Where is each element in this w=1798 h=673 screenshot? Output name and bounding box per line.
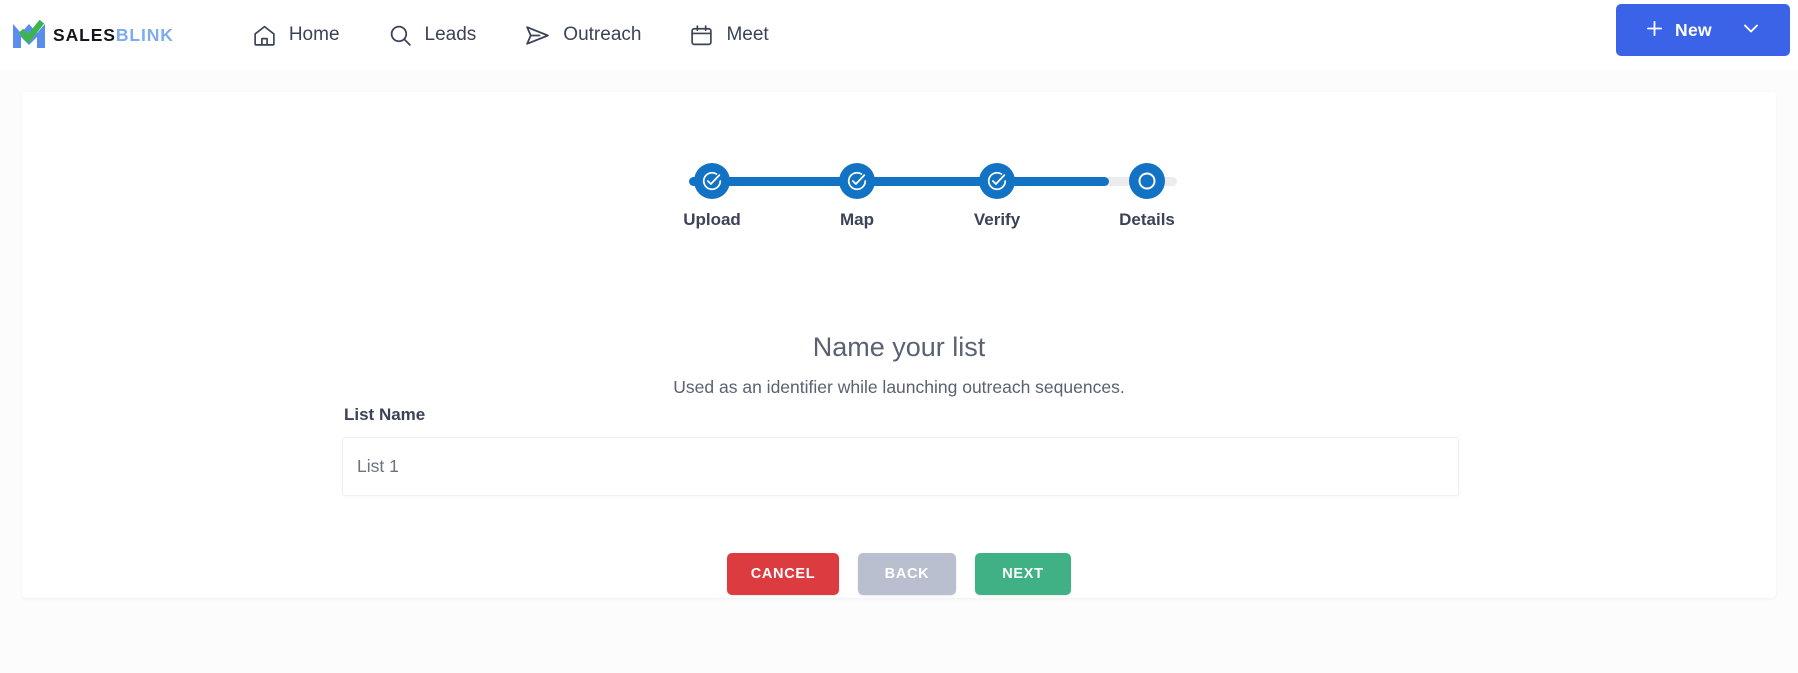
wizard-actions: CANCEL BACK NEXT — [22, 553, 1776, 595]
salesblink-checkmark-logo — [13, 20, 45, 48]
new-button[interactable]: New — [1616, 4, 1790, 56]
nav-item-leads[interactable]: Leads — [364, 0, 501, 70]
logo-wordmark: SALESBLINK — [53, 25, 174, 46]
next-button[interactable]: NEXT — [975, 553, 1071, 595]
nav-item-meet-label: Meet — [726, 24, 769, 45]
wizard-stepper: Upload Map Verify Details — [667, 157, 1197, 237]
page-title: Name your list — [812, 332, 986, 362]
plus-icon — [1645, 19, 1664, 42]
calendar-icon — [689, 23, 714, 48]
stepper-label-map: Map — [840, 210, 874, 229]
nav-item-meet[interactable]: Meet — [665, 0, 792, 70]
page-subtitle: Used as an identifier while launching ou… — [673, 377, 1125, 397]
stepper-step-map[interactable]: Map — [812, 157, 902, 230]
stepper-label-upload: Upload — [683, 210, 741, 229]
stepper-step-verify[interactable]: Verify — [952, 157, 1042, 230]
check-circle-icon[interactable] — [694, 163, 730, 199]
nav-item-home[interactable]: Home — [228, 0, 364, 70]
back-button[interactable]: BACK — [858, 553, 956, 595]
send-icon — [524, 23, 551, 48]
top-navigation-bar: SALESBLINK Home Leads Outreach Meet New — [0, 0, 1798, 70]
list-name-input[interactable] — [342, 437, 1459, 496]
nav-item-home-label: Home — [288, 24, 340, 45]
nav-item-outreach-label: Outreach — [563, 24, 642, 45]
nav-item-list: Home Leads Outreach Meet — [228, 0, 793, 70]
search-icon — [388, 23, 413, 48]
stepper-step-upload[interactable]: Upload — [667, 157, 757, 230]
home-icon — [252, 23, 277, 48]
nav-item-leads-label: Leads — [424, 24, 477, 45]
stepper-step-details[interactable]: Details — [1102, 157, 1192, 230]
new-button-label: New — [1675, 19, 1712, 40]
cancel-button[interactable]: CANCEL — [727, 553, 839, 595]
chevron-down-icon[interactable] — [1741, 18, 1761, 43]
stepper-label-verify: Verify — [973, 210, 1021, 229]
nav-item-outreach[interactable]: Outreach — [500, 0, 665, 70]
check-circle-icon[interactable] — [839, 163, 875, 199]
wizard-card: Upload Map Verify Details Name your list… — [22, 92, 1776, 598]
list-name-label: List Name — [344, 405, 426, 424]
app-logo[interactable]: SALESBLINK — [12, 20, 174, 50]
empty-circle-icon[interactable] — [1129, 163, 1165, 199]
logo-text-sales: SALES — [53, 24, 116, 45]
check-circle-icon[interactable] — [979, 163, 1015, 199]
logo-text-blink: BLINK — [115, 24, 174, 45]
stepper-label-details: Details — [1119, 210, 1175, 229]
